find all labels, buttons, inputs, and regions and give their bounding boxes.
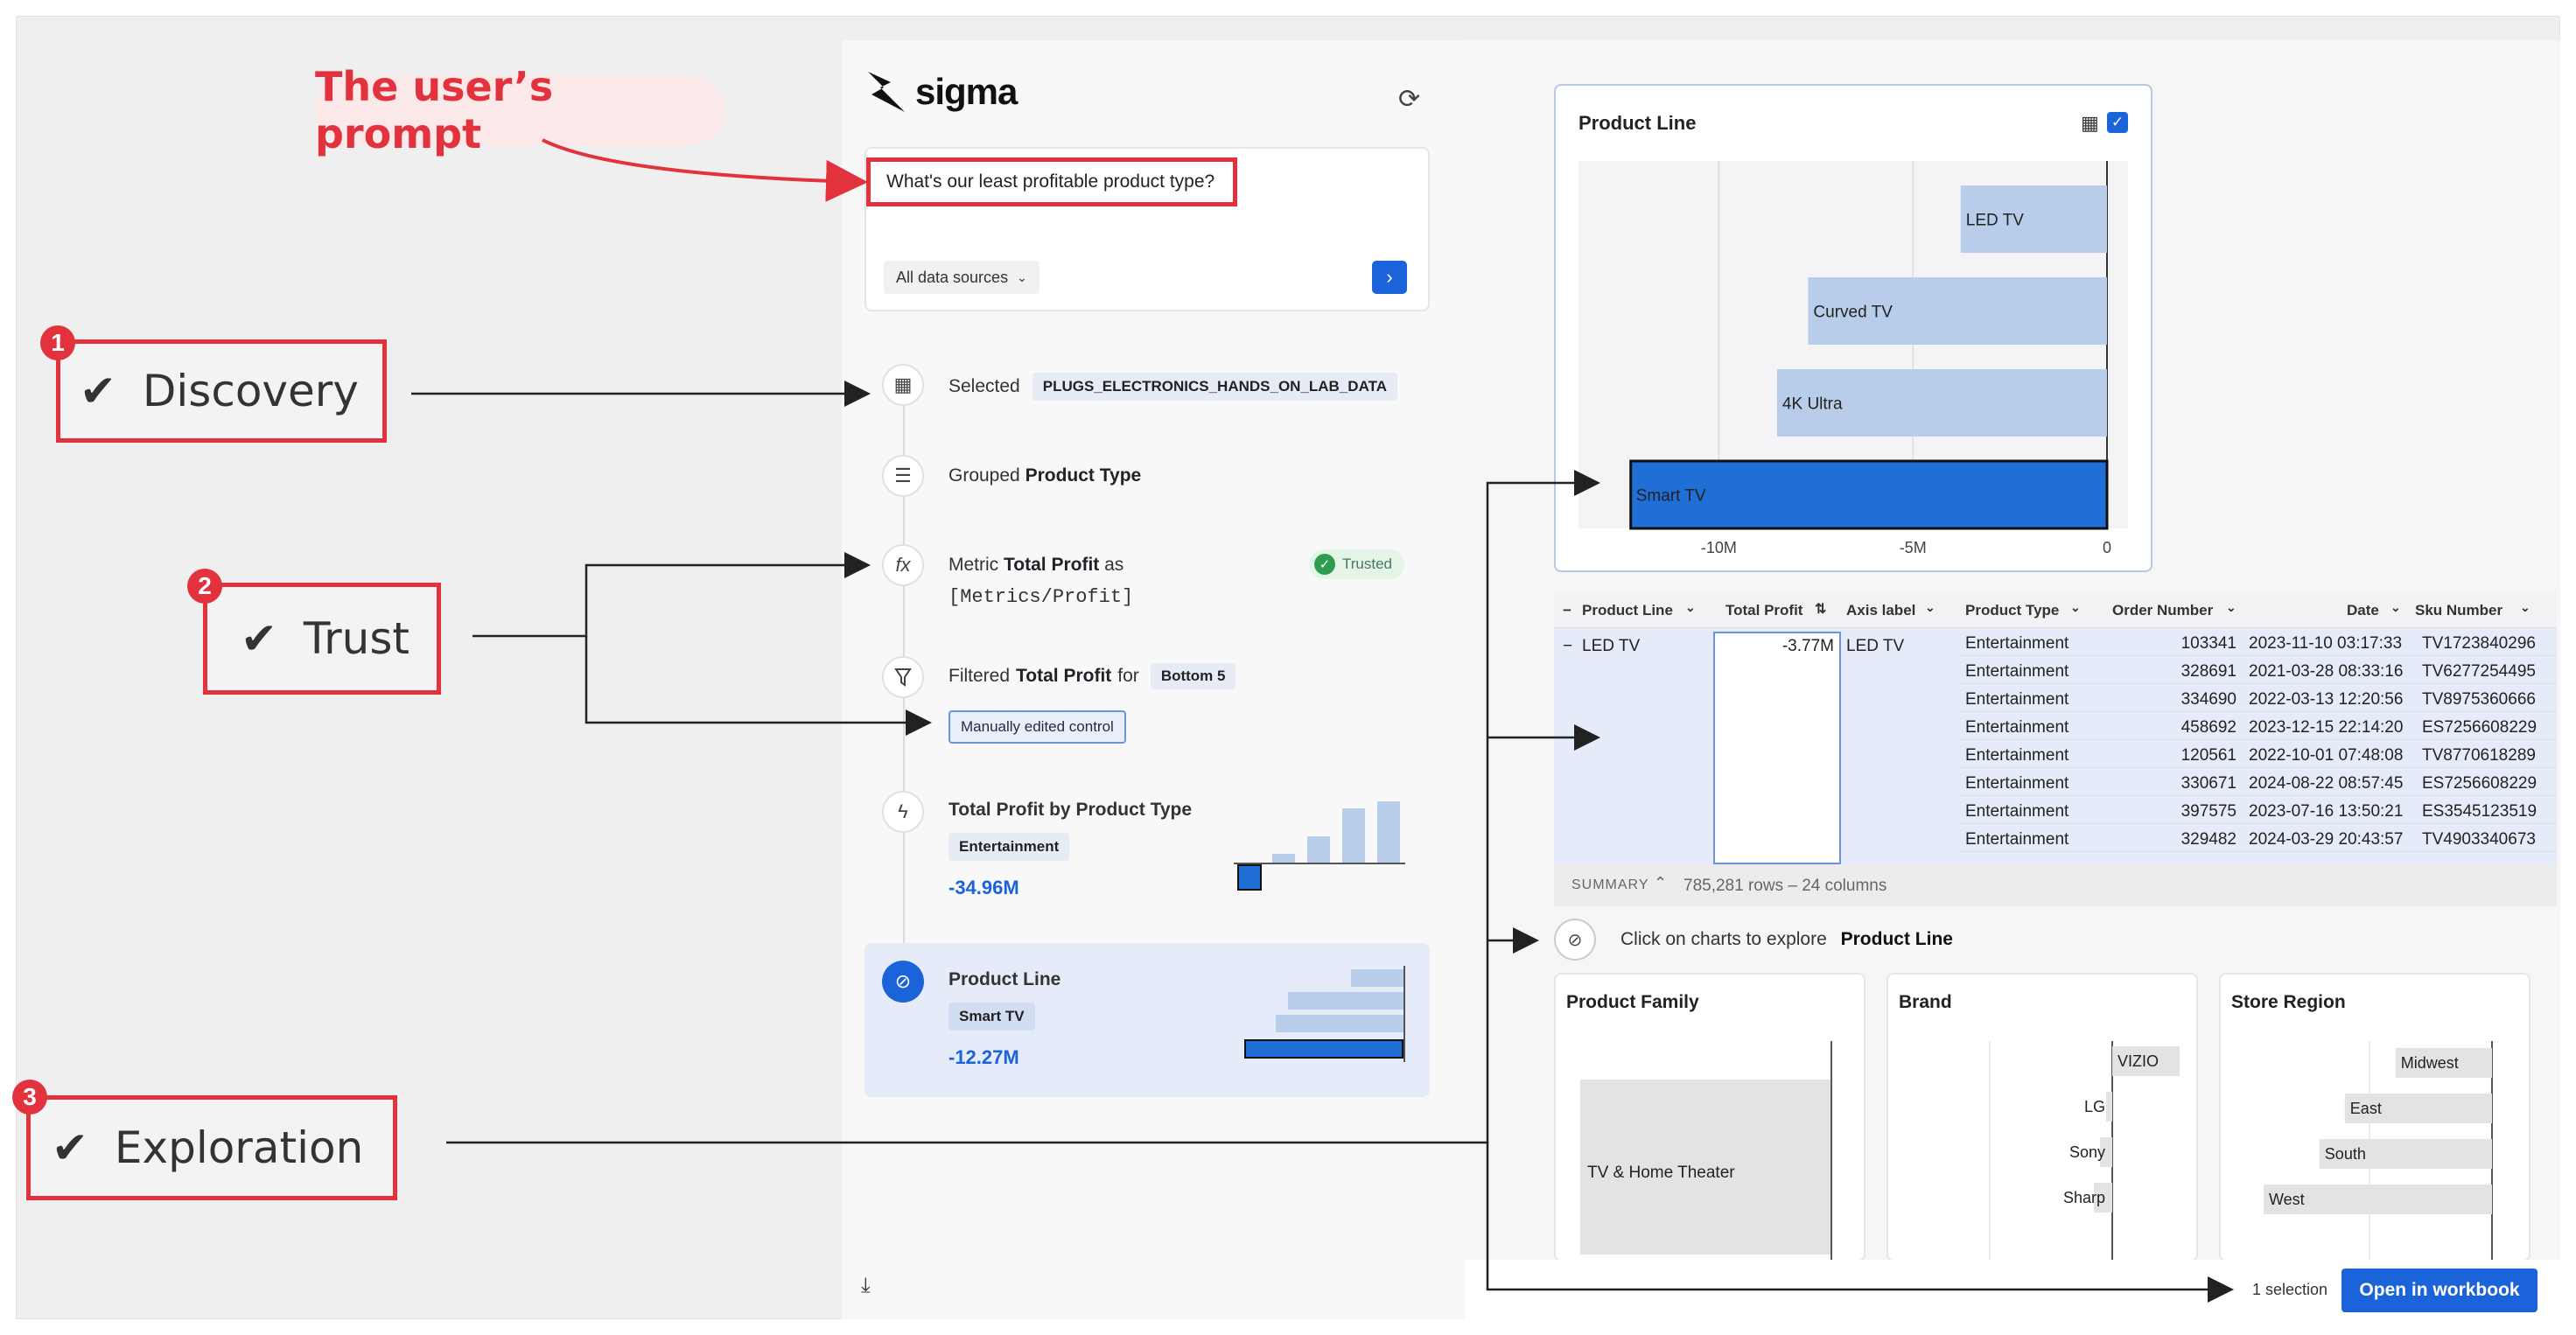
prompt-arrow xyxy=(542,138,868,202)
exploration-arrow-chart xyxy=(446,470,1600,1144)
trust-arrow-control xyxy=(584,636,932,736)
trust-arrow-metric xyxy=(472,552,871,638)
annotation-arrows xyxy=(411,138,2234,1303)
exploration-arrow-workbook xyxy=(1486,1143,2234,1303)
